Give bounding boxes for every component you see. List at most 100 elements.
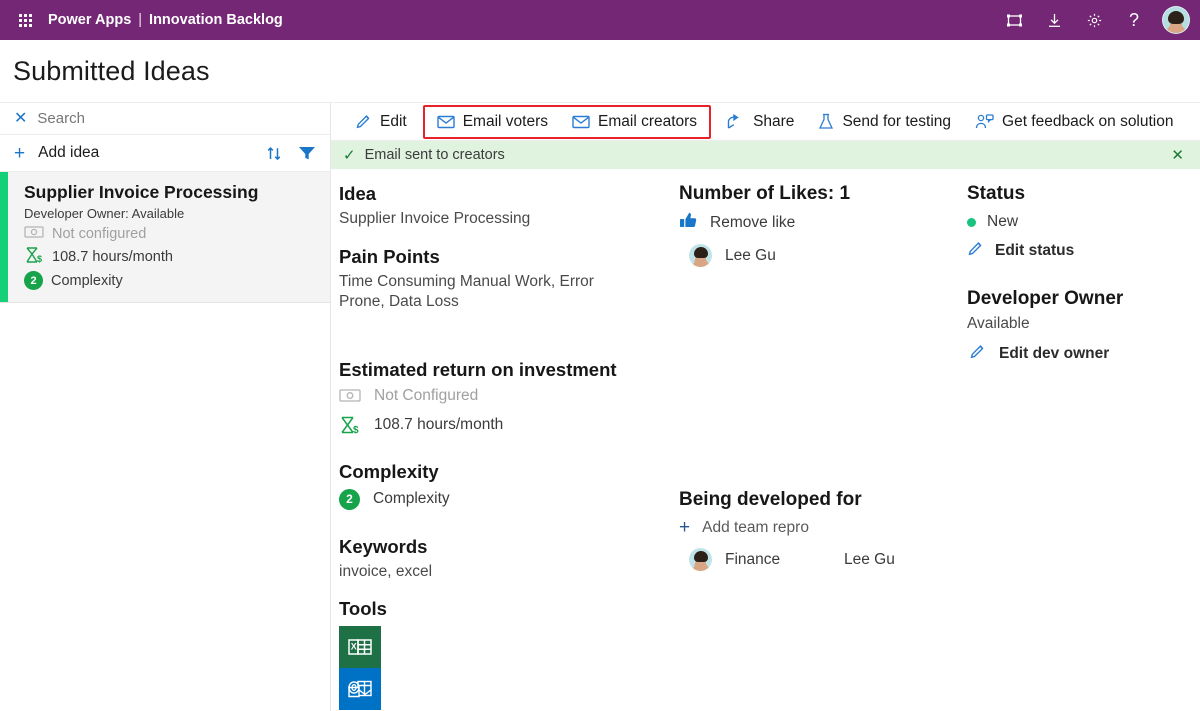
detail-pane: Edit Email voters Email creators Share S… — [331, 103, 1200, 711]
idea-hours-label: 108.7 hours/month — [52, 249, 173, 265]
status-dot-icon — [967, 217, 976, 227]
remove-like-button[interactable]: Remove like — [679, 212, 967, 234]
sidebar-actions — [266, 145, 316, 162]
gear-icon[interactable] — [1077, 3, 1111, 37]
page-title-bar: Submitted Ideas — [0, 40, 1200, 102]
idea-hours-row: $ 108.7 hours/month — [24, 246, 330, 268]
pain-points-heading: Pain Points — [339, 245, 440, 267]
dev-owner-value: Available — [967, 315, 1030, 332]
flask-icon — [818, 113, 834, 130]
idea-complexity-row: 2 Complexity — [24, 271, 330, 290]
filter-icon[interactable] — [298, 145, 316, 161]
tools-list: X — [339, 626, 679, 711]
app-name[interactable]: Power Apps — [48, 12, 131, 28]
thumbs-up-icon — [679, 212, 698, 234]
developed-for-heading: Being developed for — [679, 489, 862, 510]
svg-text:$: $ — [37, 254, 42, 264]
fullscreen-icon[interactable] — [997, 3, 1031, 37]
top-bar-actions: ? — [997, 3, 1190, 37]
idea-heading: Idea — [339, 183, 377, 204]
search-row[interactable]: ✕ Search — [0, 103, 330, 135]
email-actions-highlight: Email voters Email creators — [422, 104, 712, 139]
roi-money-row: Not Configured — [339, 387, 679, 405]
avatar — [689, 548, 712, 571]
detail-column-middle: Number of Likes: 1 Remove like Lee Gu Be… — [679, 183, 967, 711]
svg-text:X: X — [351, 642, 357, 652]
pain-points-value: Time Consuming Manual Work, Error Prone,… — [339, 272, 594, 311]
plus-icon: + — [679, 517, 691, 538]
status-badge: 2 — [339, 488, 360, 510]
idea-money-row: Not configured — [24, 225, 330, 243]
detail-column-right: Status New Edit status Developer Owner A… — [967, 183, 1200, 711]
top-app-bar: Power Apps | Innovation Backlog ? — [0, 0, 1200, 40]
get-feedback-button[interactable]: Get feedback on solution — [963, 106, 1185, 138]
keywords-value: invoice, excel — [339, 562, 433, 580]
excel-icon[interactable]: X — [339, 626, 381, 669]
outlook-icon[interactable] — [339, 668, 381, 711]
edit-label: Edit — [380, 112, 407, 130]
add-team-repro-button[interactable]: + Add team repro — [679, 518, 967, 537]
idea-complexity-label: Complexity — [51, 272, 123, 289]
edit-status-label: Edit status — [995, 242, 1075, 259]
pencil-icon — [967, 240, 984, 262]
edit-dev-owner-button[interactable]: Edit dev owner — [969, 343, 1200, 365]
status-value-row: New — [967, 213, 1200, 231]
banner-message: Email sent to creators — [364, 147, 505, 163]
search-input[interactable]: Search — [37, 110, 85, 127]
complexity-heading: Complexity — [339, 460, 439, 482]
plus-icon[interactable]: + — [14, 144, 25, 163]
voter-row: Lee Gu — [689, 244, 967, 267]
pencil-icon — [355, 113, 372, 130]
ideas-sidebar: ✕ Search + Add idea Supplier Invoice Pro… — [0, 103, 331, 711]
roi-money-value: Not Configured — [374, 386, 479, 404]
money-icon — [339, 388, 361, 403]
email-voters-button[interactable]: Email voters — [425, 106, 560, 138]
status-heading: Status — [967, 183, 1026, 204]
remove-like-label: Remove like — [710, 214, 796, 231]
page-name[interactable]: Innovation Backlog — [149, 12, 283, 28]
team-row: Finance Lee Gu — [689, 548, 967, 571]
send-for-testing-button[interactable]: Send for testing — [806, 106, 963, 138]
edit-dev-owner-label: Edit dev owner — [999, 345, 1110, 362]
close-icon[interactable]: ✕ — [1165, 148, 1190, 163]
add-team-repro-label: Add team repro — [702, 518, 809, 536]
edit-button[interactable]: Edit — [343, 106, 419, 138]
close-icon[interactable]: ✕ — [14, 110, 27, 127]
send-for-testing-label: Send for testing — [842, 112, 952, 130]
add-idea-button[interactable]: Add idea — [38, 144, 99, 162]
command-bar: Edit Email voters Email creators Share S… — [331, 103, 1200, 141]
roi-heading: Estimated return on investment — [339, 358, 617, 380]
sort-icon[interactable] — [266, 145, 283, 162]
dev-owner-heading: Developer Owner — [967, 288, 1124, 309]
page-title: Submitted Ideas — [13, 55, 210, 86]
team-owner-name: Lee Gu — [844, 550, 895, 568]
status-value: New — [987, 213, 1019, 230]
idea-value: Supplier Invoice Processing — [339, 210, 531, 227]
share-icon — [727, 113, 745, 130]
hourglass-dollar-icon: $ — [339, 415, 361, 435]
detail-content: Idea Supplier Invoice Processing Pain Po… — [331, 169, 1200, 711]
hourglass-dollar-icon: $ — [24, 246, 44, 268]
success-banner: ✓ Email sent to creators ✕ — [331, 141, 1200, 169]
pencil-icon — [969, 343, 986, 365]
tools-heading: Tools — [339, 598, 387, 620]
get-feedback-label: Get feedback on solution — [1002, 112, 1174, 130]
help-icon[interactable]: ? — [1117, 3, 1151, 37]
app-launcher-icon[interactable] — [8, 0, 42, 40]
edit-status-button[interactable]: Edit status — [967, 240, 1200, 262]
mail-icon — [437, 115, 455, 129]
status-badge: 2 — [24, 271, 43, 290]
complexity-row: 2 Complexity — [339, 488, 679, 510]
share-button[interactable]: Share — [715, 106, 806, 138]
brand-separator: | — [138, 12, 143, 28]
voter-name: Lee Gu — [725, 246, 776, 264]
avatar[interactable] — [1162, 6, 1190, 34]
complexity-value: Complexity — [373, 490, 450, 508]
svg-text:$: $ — [353, 425, 359, 435]
idea-title: Supplier Invoice Processing — [24, 182, 259, 202]
list-item[interactable]: Supplier Invoice Processing Developer Ow… — [0, 172, 330, 303]
share-label: Share — [753, 112, 795, 130]
download-icon[interactable] — [1037, 3, 1071, 37]
add-idea-row: + Add idea — [0, 135, 330, 172]
email-creators-button[interactable]: Email creators — [560, 106, 709, 138]
